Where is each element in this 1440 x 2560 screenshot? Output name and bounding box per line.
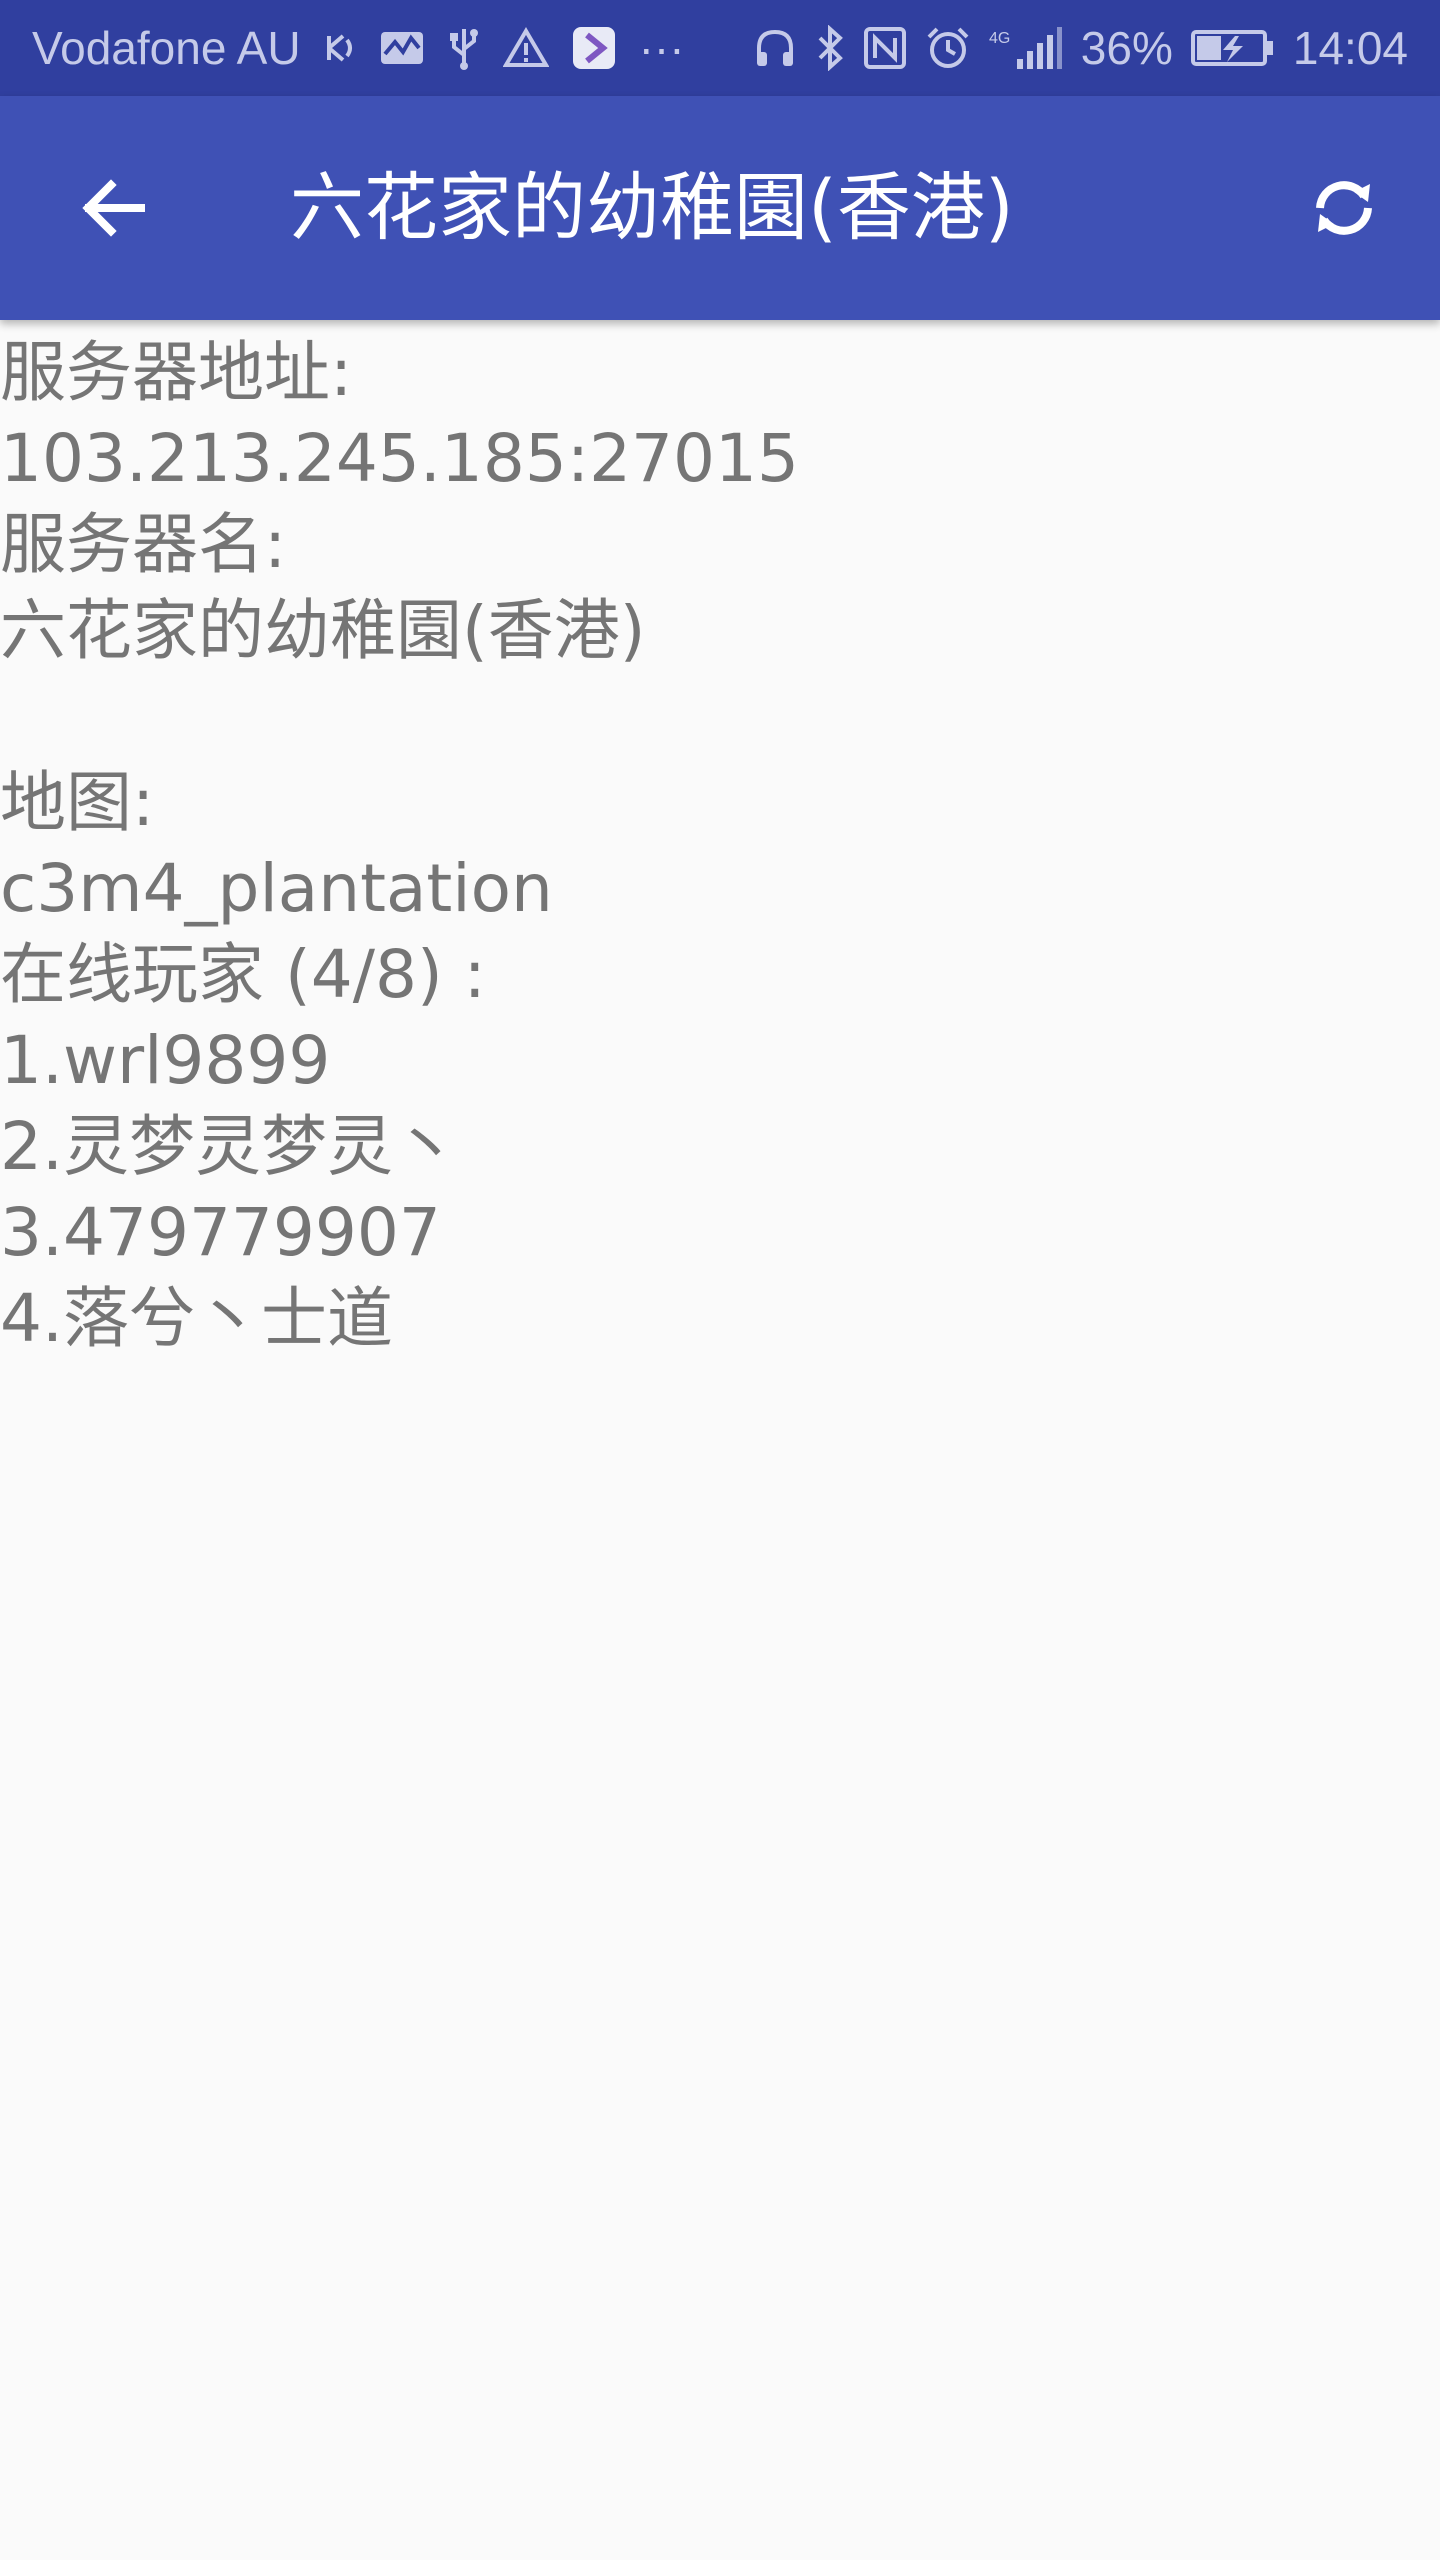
map-label: 地图:: [0, 764, 155, 841]
back-button[interactable]: [64, 158, 164, 258]
status-left-group: Vodafone AU ···: [32, 20, 685, 76]
players-label: 在线玩家 (4/8) :: [0, 936, 486, 1013]
status-bar: Vodafone AU ··· 4G 36% 14:04: [0, 0, 1440, 96]
bluetooth-icon: [815, 20, 845, 76]
carrier-name: Vodafone AU: [32, 22, 301, 74]
app-bar: 六花家的幼稚園(香港): [0, 96, 1440, 320]
back-arrow-icon: [82, 179, 145, 237]
warning-icon: [502, 20, 549, 76]
player-item: 1.wrl9899: [0, 1022, 331, 1099]
cell-signal-icon: 4G: [989, 20, 1063, 76]
clock-time: 14:04: [1292, 22, 1408, 74]
refresh-button[interactable]: [1294, 158, 1394, 258]
app-notification-icon: [571, 20, 617, 76]
page-title: 六花家的幼稚園(香港): [290, 165, 1014, 251]
usb-icon: [447, 20, 481, 76]
battery-percent: 36%: [1080, 22, 1173, 74]
server-name-value: 六花家的幼稚園(香港): [0, 592, 646, 669]
server-address-value: 103.213.245.185:27015: [0, 420, 800, 497]
server-details: 服务器地址: 103.213.245.185:27015 服务器名: 六花家的幼…: [0, 330, 1440, 1362]
alarm-icon: [925, 20, 971, 76]
player-item: 4.落兮丶士道: [0, 1280, 393, 1357]
network-type-label: 4G: [989, 30, 1010, 47]
refresh-icon: [1316, 181, 1372, 235]
server-name-label: 服务器名:: [0, 506, 287, 583]
status-right-group: 4G 36% 14:04: [753, 20, 1408, 76]
player-item: 2.灵梦灵梦灵丶: [0, 1108, 459, 1185]
pulse-icon: [379, 20, 425, 76]
more-notifications-indicator: ···: [638, 22, 685, 74]
signal-relay-icon: [323, 20, 357, 76]
map-value: c3m4_plantation: [0, 850, 553, 927]
player-item: 3.479779907: [0, 1194, 441, 1271]
battery-charging-icon: [1190, 20, 1275, 76]
server-address-label: 服务器地址:: [0, 334, 353, 411]
nfc-icon: [863, 20, 907, 76]
headphones-icon: [753, 20, 797, 76]
